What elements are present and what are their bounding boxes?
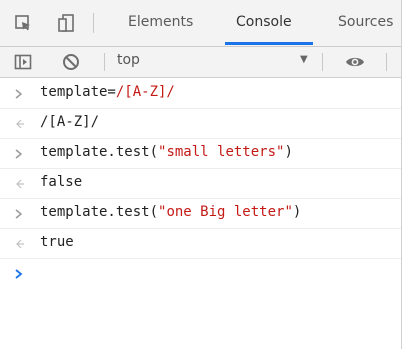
console-output-line: false <box>0 168 402 199</box>
chevron-left-icon <box>12 116 26 130</box>
chevron-left-icon <box>12 236 26 250</box>
toolbar-separator <box>386 53 387 71</box>
console-input-text: template.test("one Big letter") <box>40 204 302 220</box>
devtools-window: Elements Console Sources top ▼ template=… <box>0 0 402 349</box>
chevron-right-icon <box>12 86 26 100</box>
chevron-right-icon <box>12 146 26 160</box>
chevron-down-icon[interactable]: ▼ <box>300 54 308 65</box>
toolbar-separator <box>322 53 323 71</box>
console-input-text: template.test("small letters") <box>40 144 293 160</box>
chevron-right-icon <box>12 206 26 220</box>
console-toolbar: top ▼ <box>0 47 402 78</box>
tab-sources[interactable]: Sources <box>338 14 393 30</box>
devtools-tab-bar: Elements Console Sources <box>0 0 402 47</box>
prompt-chevron-icon <box>12 266 26 280</box>
console-input-line: template=/[A-Z]/ <box>0 78 402 109</box>
console-input-text: template=/[A-Z]/ <box>40 84 175 100</box>
console-input-line: template.test("one Big letter") <box>0 198 402 229</box>
console-input-line: template.test("small letters") <box>0 138 402 169</box>
show-sidebar-icon[interactable] <box>14 53 32 75</box>
console-output-text: true <box>40 234 74 250</box>
console-output[interactable]: template=/[A-Z]/ /[A-Z]/ template.test("… <box>0 78 402 349</box>
toolbar-separator <box>104 53 105 71</box>
toolbar-separator <box>93 13 94 33</box>
console-output-line: /[A-Z]/ <box>0 108 402 139</box>
chevron-left-icon <box>12 176 26 190</box>
tab-console[interactable]: Console <box>236 14 292 30</box>
console-output-text: /[A-Z]/ <box>40 114 100 130</box>
clear-console-icon[interactable] <box>62 53 80 75</box>
inspect-element-icon[interactable] <box>14 14 32 36</box>
active-tab-indicator <box>225 42 313 45</box>
device-toolbar-icon[interactable] <box>58 14 76 36</box>
console-output-line: true <box>0 228 402 259</box>
live-expression-eye-icon[interactable] <box>345 53 365 75</box>
context-select[interactable]: top <box>117 52 140 68</box>
console-output-text: false <box>40 174 83 190</box>
console-prompt-line[interactable] <box>0 258 402 288</box>
tab-elements[interactable]: Elements <box>128 14 193 30</box>
